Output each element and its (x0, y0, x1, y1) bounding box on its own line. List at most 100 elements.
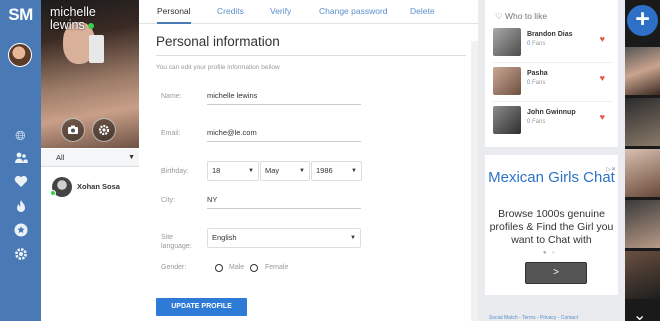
email-field[interactable]: miche@le.com (207, 127, 361, 142)
profile-first-name: michelle (50, 5, 96, 19)
profile-name: michelle lewins (50, 6, 96, 32)
footer-links[interactable]: Social Match - Terms - Privacy - Contact (489, 315, 578, 321)
tab-change-password[interactable]: Change password (319, 0, 388, 24)
advertisement[interactable]: ▷✕ Mexican Girls Chat Browse 1000s genui… (485, 155, 618, 295)
heart-icon[interactable] (12, 175, 29, 192)
birthday-label: Birthday: (161, 168, 189, 175)
left-rail: SM 🌐︎ (0, 0, 41, 321)
add-icon[interactable]: + (627, 5, 658, 36)
settings-panel: Personal Credits Verify Change password … (139, 0, 478, 321)
chevron-down-icon: ▼ (299, 168, 305, 174)
suggestion-name: Brandon Dias (527, 31, 573, 38)
suggestion-fans-label: Fans (532, 41, 546, 47)
star-icon[interactable] (12, 223, 29, 240)
profile-column: michelle lewins All ▼ Xohan Sosa (41, 0, 139, 321)
app-logo[interactable]: SM (0, 0, 41, 32)
suggestion-name: John Gwinnup (527, 109, 576, 116)
city-field[interactable]: NY (207, 194, 361, 209)
who-to-like-title-text: Who to like (505, 11, 548, 21)
suggestion-name: Pasha (527, 70, 548, 77)
name-label: Name: (161, 93, 182, 100)
contacts-filter-select[interactable]: All ▼ (41, 149, 139, 167)
section-subtitle: You can edit your profile information be… (156, 64, 280, 71)
suggestion-fans: 0 Fans (527, 80, 545, 86)
chevron-down-icon: ▼ (128, 154, 135, 161)
birthday-day-select[interactable]: 18 ▼ (207, 161, 259, 181)
like-heart-icon[interactable]: ♥ (600, 73, 605, 83)
like-heart-icon[interactable]: ♥ (600, 34, 605, 44)
ad-title[interactable]: Mexican Girls Chat (485, 168, 618, 187)
update-profile-button[interactable]: UPDATE PROFILE (156, 298, 247, 316)
tab-verify[interactable]: Verify (270, 0, 291, 24)
like-heart-icon[interactable]: ♥ (600, 112, 605, 122)
language-label: Site language: (161, 234, 192, 250)
divider (493, 62, 613, 63)
suggestion-fans-label: Fans (532, 119, 546, 125)
ad-next-button[interactable]: > (525, 262, 587, 284)
suggestion-fans-count: 0 (527, 119, 531, 125)
birthday-month-select[interactable]: May ▼ (260, 161, 310, 181)
birthday-month-value: May (265, 166, 280, 175)
suggestion-fans-label: Fans (532, 80, 546, 86)
online-user-thumb[interactable] (625, 251, 660, 299)
filter-value: All (56, 153, 65, 162)
online-status-dot (87, 22, 94, 29)
suggestion-item[interactable]: John Gwinnup 0 Fans ♥ (493, 106, 615, 136)
heart-outline-icon: ♡ (495, 11, 503, 21)
tab-credits[interactable]: Credits (217, 0, 244, 24)
contact-name: Xohan Sosa (77, 182, 120, 191)
profile-last-name: lewins (50, 18, 85, 32)
scrollbar[interactable] (471, 41, 478, 321)
suggestion-item[interactable]: Pasha 0 Fans ♥ (493, 67, 615, 97)
section-title: Personal information (156, 34, 280, 49)
settings-icon[interactable] (12, 247, 29, 264)
profile-photo: michelle lewins (41, 0, 139, 148)
online-user-thumb[interactable] (625, 149, 660, 197)
people-icon[interactable] (12, 151, 29, 168)
online-user-thumb[interactable] (625, 98, 660, 146)
language-value: English (212, 233, 237, 242)
fire-icon[interactable] (12, 199, 29, 216)
online-user-thumb[interactable] (625, 200, 660, 248)
suggestion-fans-count: 0 (527, 41, 531, 47)
email-label: Email: (161, 130, 181, 137)
birthday-year-value: 1986 (316, 166, 333, 175)
suggestion-item[interactable]: Brandon Dias 0 Fans ♥ (493, 28, 615, 58)
suggestion-avatar (493, 106, 521, 134)
camera-button[interactable] (61, 118, 85, 142)
chevron-down-icon[interactable]: ⌄ (633, 305, 646, 321)
gender-female-label: Female (265, 264, 289, 271)
name-field[interactable]: michelle lewins (207, 90, 361, 105)
birthday-year-select[interactable]: 1986 ▼ (311, 161, 362, 181)
suggestion-avatar (493, 28, 521, 56)
contact-item[interactable]: Xohan Sosa (50, 177, 138, 199)
suggestion-avatar (493, 67, 521, 95)
globe-icon[interactable]: 🌐︎ (12, 127, 29, 144)
gender-label: Gender: (161, 264, 187, 271)
section-divider (156, 55, 466, 56)
who-to-like-panel: ♡ Who to like Brandon Dias 0 Fans ♥ Pash… (485, 0, 618, 147)
suggestion-fans: 0 Fans (527, 119, 545, 125)
online-users-strip: + ⌄ (625, 0, 660, 321)
who-to-like-title: ♡ Who to like (495, 11, 547, 22)
city-label: City: (161, 197, 175, 204)
tab-delete[interactable]: Delete (410, 0, 435, 24)
settings-tabs: Personal Credits Verify Change password … (139, 0, 478, 24)
ad-carousel-dots[interactable]: ●○ (485, 250, 618, 256)
chevron-down-icon: ▼ (350, 235, 356, 241)
profile-photo-phone (89, 35, 104, 63)
birthday-day-value: 18 (212, 166, 221, 175)
settings-gear-button[interactable] (92, 118, 116, 142)
gender-female-radio[interactable] (250, 264, 258, 272)
online-status-dot (50, 190, 56, 196)
language-select[interactable]: English ▼ (207, 228, 361, 248)
tab-personal[interactable]: Personal (157, 0, 191, 24)
gender-male-radio[interactable] (215, 264, 223, 272)
divider (493, 101, 613, 102)
online-user-thumb[interactable] (625, 47, 660, 95)
user-avatar[interactable] (8, 43, 32, 67)
chevron-down-icon: ▼ (351, 168, 357, 174)
gender-male-label: Male (229, 264, 245, 271)
ad-body: Browse 1000s genuine profiles & Find the… (489, 208, 614, 246)
chevron-down-icon: ▼ (248, 168, 254, 174)
